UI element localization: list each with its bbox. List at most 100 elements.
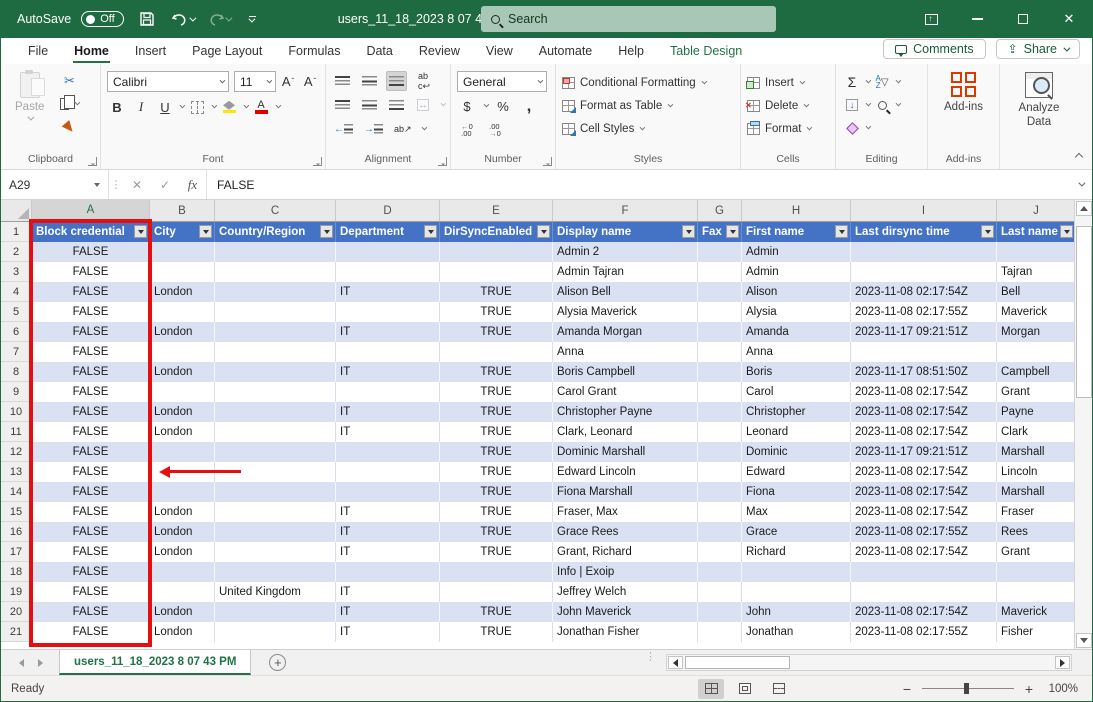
search-input[interactable]: Search bbox=[481, 6, 776, 32]
cell-F4[interactable]: Alison Bell bbox=[553, 282, 698, 302]
cell-F19[interactable]: Jeffrey Welch bbox=[553, 582, 698, 602]
cell-H10[interactable]: Christopher bbox=[742, 402, 851, 422]
align-right-button[interactable] bbox=[386, 95, 406, 115]
cell-C13[interactable] bbox=[215, 462, 336, 482]
zoom-in-button[interactable]: + bbox=[1023, 681, 1035, 697]
zoom-slider-thumb[interactable] bbox=[964, 683, 969, 694]
sheet-nav-right-icon[interactable] bbox=[38, 659, 43, 667]
table-column-header[interactable]: DirSyncEnabled bbox=[440, 222, 553, 242]
cell-J20[interactable]: Maverick bbox=[997, 602, 1076, 622]
share-button[interactable]: ⇪Share bbox=[996, 39, 1080, 59]
cell-C10[interactable] bbox=[215, 402, 336, 422]
cell-H9[interactable]: Carol bbox=[742, 382, 851, 402]
cell-E6[interactable]: TRUE bbox=[440, 322, 553, 342]
cell-G3[interactable] bbox=[698, 262, 742, 282]
underline-chevron-icon[interactable] bbox=[180, 103, 186, 109]
cell-H14[interactable]: Fiona bbox=[742, 482, 851, 502]
cell-A15[interactable]: FALSE bbox=[32, 502, 150, 522]
vertical-scroll-thumb[interactable] bbox=[1076, 226, 1092, 398]
minimize-button[interactable] bbox=[954, 0, 1000, 38]
filter-button[interactable] bbox=[835, 225, 848, 238]
cell-D2[interactable] bbox=[336, 242, 440, 262]
cell-E14[interactable]: TRUE bbox=[440, 482, 553, 502]
font-name-select[interactable]: Calibri bbox=[107, 71, 229, 92]
cell-B17[interactable]: London bbox=[150, 542, 215, 562]
row-number[interactable]: 8 bbox=[1, 362, 32, 382]
cell-G4[interactable] bbox=[698, 282, 742, 302]
table-column-header[interactable]: Fax bbox=[698, 222, 742, 242]
ribbon-display-options-button[interactable] bbox=[908, 0, 954, 38]
cell-H4[interactable]: Alison bbox=[742, 282, 851, 302]
cell-I4[interactable]: 2023-11-08 02:17:54Z bbox=[851, 282, 997, 302]
row-number[interactable]: 17 bbox=[1, 542, 32, 562]
cell-D7[interactable] bbox=[336, 342, 440, 362]
borders-chevron-icon[interactable] bbox=[212, 103, 218, 109]
cell-H6[interactable]: Amanda bbox=[742, 322, 851, 342]
cell-E7[interactable] bbox=[440, 342, 553, 362]
filter-button[interactable] bbox=[424, 225, 437, 238]
row-number[interactable]: 18 bbox=[1, 562, 32, 582]
align-center-button[interactable] bbox=[359, 95, 379, 115]
undo-button[interactable] bbox=[170, 6, 196, 32]
autosum-button[interactable]: Σ bbox=[842, 72, 862, 92]
tab-table-design[interactable]: Table Design bbox=[657, 40, 755, 62]
cell-D8[interactable]: IT bbox=[336, 362, 440, 382]
cell-G14[interactable] bbox=[698, 482, 742, 502]
cell-A14[interactable]: FALSE bbox=[32, 482, 150, 502]
cell-B19[interactable] bbox=[150, 582, 215, 602]
cell-A11[interactable]: FALSE bbox=[32, 422, 150, 442]
cell-J3[interactable]: Tajran bbox=[997, 262, 1076, 282]
cell-A17[interactable]: FALSE bbox=[32, 542, 150, 562]
cell-I6[interactable]: 2023-11-17 09:21:51Z bbox=[851, 322, 997, 342]
cell-C5[interactable] bbox=[215, 302, 336, 322]
cell-A12[interactable]: FALSE bbox=[32, 442, 150, 462]
delete-cells-button[interactable]: Delete bbox=[747, 96, 807, 115]
cell-H18[interactable] bbox=[742, 562, 851, 582]
fill-color-chevron-icon[interactable] bbox=[244, 103, 250, 109]
find-select-button[interactable] bbox=[872, 95, 892, 115]
cell-E11[interactable]: TRUE bbox=[440, 422, 553, 442]
cell-B13[interactable] bbox=[150, 462, 215, 482]
cell-J12[interactable]: Marshall bbox=[997, 442, 1076, 462]
format-as-table-button[interactable]: Format as Table bbox=[562, 96, 671, 115]
cell-E20[interactable]: TRUE bbox=[440, 602, 553, 622]
cell-E19[interactable] bbox=[440, 582, 553, 602]
cell-J16[interactable]: Rees bbox=[997, 522, 1076, 542]
cell-J2[interactable] bbox=[997, 242, 1076, 262]
cell-B7[interactable] bbox=[150, 342, 215, 362]
cell-H17[interactable]: Richard bbox=[742, 542, 851, 562]
cell-A8[interactable]: FALSE bbox=[32, 362, 150, 382]
tab-view[interactable]: View bbox=[473, 40, 526, 62]
cell-J13[interactable]: Lincoln bbox=[997, 462, 1076, 482]
cell-F6[interactable]: Amanda Morgan bbox=[553, 322, 698, 342]
insert-function-button[interactable]: fx bbox=[179, 170, 207, 199]
conditional-formatting-button[interactable]: Conditional Formatting bbox=[562, 73, 705, 92]
cell-B21[interactable]: London bbox=[150, 622, 215, 642]
scroll-up-icon[interactable] bbox=[1076, 201, 1092, 216]
zoom-level[interactable]: 100% bbox=[1044, 683, 1078, 695]
cell-A5[interactable]: FALSE bbox=[32, 302, 150, 322]
cell-E15[interactable]: TRUE bbox=[440, 502, 553, 522]
cell-G19[interactable] bbox=[698, 582, 742, 602]
cell-A6[interactable]: FALSE bbox=[32, 322, 150, 342]
alignment-dialog-launcher-icon[interactable] bbox=[438, 157, 447, 166]
column-header-D[interactable]: D bbox=[336, 200, 440, 221]
cell-I20[interactable]: 2023-11-08 02:17:54Z bbox=[851, 602, 997, 622]
cell-C6[interactable] bbox=[215, 322, 336, 342]
cell-D17[interactable]: IT bbox=[336, 542, 440, 562]
cell-G2[interactable] bbox=[698, 242, 742, 262]
copy-button[interactable] bbox=[58, 94, 80, 114]
row-number[interactable]: 6 bbox=[1, 322, 32, 342]
row-number[interactable]: 12 bbox=[1, 442, 32, 462]
cell-D11[interactable]: IT bbox=[336, 422, 440, 442]
borders-button[interactable] bbox=[187, 97, 207, 117]
autosave-toggle[interactable]: Off bbox=[81, 11, 123, 27]
confirm-entry-button[interactable]: ✓ bbox=[151, 170, 179, 199]
cell-E16[interactable]: TRUE bbox=[440, 522, 553, 542]
cell-G17[interactable] bbox=[698, 542, 742, 562]
cell-J21[interactable]: Fisher bbox=[997, 622, 1076, 642]
cell-E8[interactable]: TRUE bbox=[440, 362, 553, 382]
table-column-header[interactable]: Country/Region bbox=[215, 222, 336, 242]
increase-font-size-button[interactable]: Aˆ bbox=[278, 72, 298, 92]
cell-H3[interactable]: Admin bbox=[742, 262, 851, 282]
